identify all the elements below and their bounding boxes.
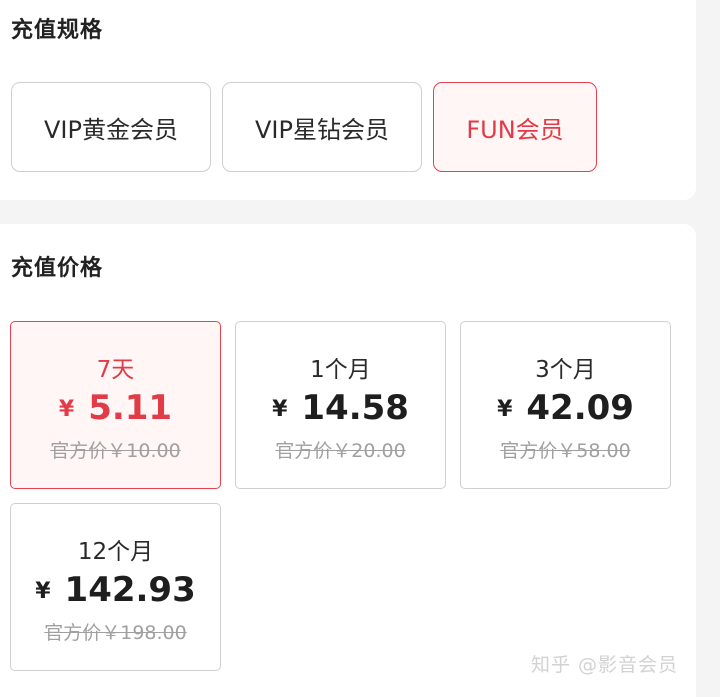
price-option-period: 1个月: [310, 357, 371, 383]
price-option-price: ¥5.11: [11, 388, 220, 428]
price-option-price: ¥42.09: [461, 388, 670, 428]
currency-symbol: ¥: [35, 579, 51, 604]
price-amount: 42.09: [526, 388, 634, 428]
price-option-period: 12个月: [77, 539, 154, 565]
price-option-period: 7天: [96, 357, 135, 383]
price-option-7-days[interactable]: 7天 ¥5.11 官方价￥10.00: [10, 321, 221, 489]
price-option-price: ¥142.93: [11, 570, 220, 610]
price-amount: 5.11: [88, 388, 173, 428]
spec-option-fun[interactable]: FUN会员: [433, 82, 597, 172]
spec-option-label: VIP星钻会员: [255, 115, 389, 144]
currency-symbol: ¥: [497, 397, 513, 422]
original-price: 官方价￥10.00: [50, 440, 181, 462]
spec-section-title: 充值规格: [11, 18, 104, 43]
price-option-12-months[interactable]: 12个月 ¥142.93 官方价￥198.00: [10, 503, 221, 671]
spec-option-label: VIP黄金会员: [44, 115, 178, 144]
spec-option-vip-star-diamond[interactable]: VIP星钻会员: [222, 82, 422, 172]
price-card: 充值价格 7天 ¥5.11 官方价￥10.00 1个月 ¥14.58 官方价￥2…: [0, 224, 696, 697]
price-amount: 142.93: [64, 570, 196, 610]
price-option-period: 3个月: [535, 357, 596, 383]
spec-option-label: FUN会员: [466, 115, 564, 144]
price-option-price: ¥14.58: [236, 388, 445, 428]
currency-symbol: ¥: [58, 397, 75, 422]
price-amount: 14.58: [301, 388, 409, 428]
currency-symbol: ¥: [272, 397, 288, 422]
price-option-1-month[interactable]: 1个月 ¥14.58 官方价￥20.00: [235, 321, 446, 489]
original-price: 官方价￥58.00: [500, 440, 631, 462]
spec-option-vip-gold[interactable]: VIP黄金会员: [11, 82, 211, 172]
price-option-3-months[interactable]: 3个月 ¥42.09 官方价￥58.00: [460, 321, 671, 489]
watermark: 知乎 @影音会员: [530, 654, 678, 676]
spec-card: 充值规格 VIP黄金会员 VIP星钻会员 FUN会员: [0, 0, 696, 200]
original-price: 官方价￥198.00: [44, 622, 187, 644]
original-price: 官方价￥20.00: [275, 440, 406, 462]
price-section-title: 充值价格: [11, 256, 104, 281]
